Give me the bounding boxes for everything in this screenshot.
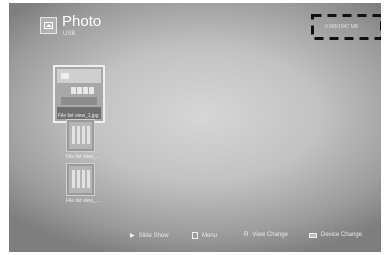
device-change-button[interactable]: Device Change: [309, 232, 362, 238]
thumbnail-item[interactable]: [66, 163, 95, 196]
menu-label: Menu: [202, 232, 218, 239]
menu-button[interactable]: Menu: [192, 232, 217, 239]
play-icon: ▶: [130, 233, 135, 239]
page-title: Photo: [62, 13, 102, 30]
thumbnail-label: File list view_...: [66, 154, 100, 160]
slide-show-label: Slide Show: [138, 232, 169, 239]
device-label: USB: [63, 31, 76, 37]
thumbnail-item[interactable]: [66, 119, 95, 152]
device-change-label: Device Change: [321, 232, 363, 238]
thumbnail-image: [69, 166, 92, 193]
photo-browser-screen: Photo USB 0 MB/1947 MB File list view_1.…: [9, 3, 381, 252]
thumbnail-image: [69, 122, 92, 149]
menu-icon: [192, 232, 198, 239]
r-key-icon: R: [244, 232, 249, 238]
thumbnail-focused[interactable]: File list view_1.jpg: [53, 65, 105, 123]
storage-usage-text: 0 MB/1947 MB: [325, 24, 359, 30]
slide-show-button[interactable]: ▶ Slide Show: [130, 232, 169, 240]
photo-icon: [40, 17, 57, 34]
device-icon: [309, 232, 317, 238]
thumbnail-label: File list view_...: [66, 198, 100, 204]
storage-indicator: 0 MB/1947 MB: [311, 14, 381, 40]
photo-frame-icon: [44, 22, 53, 29]
view-change-label: View Change: [252, 232, 288, 238]
view-change-button[interactable]: R View Change: [244, 232, 288, 238]
bottom-help-bar: ▶ Slide Show Menu R View Change Device C…: [9, 225, 381, 243]
